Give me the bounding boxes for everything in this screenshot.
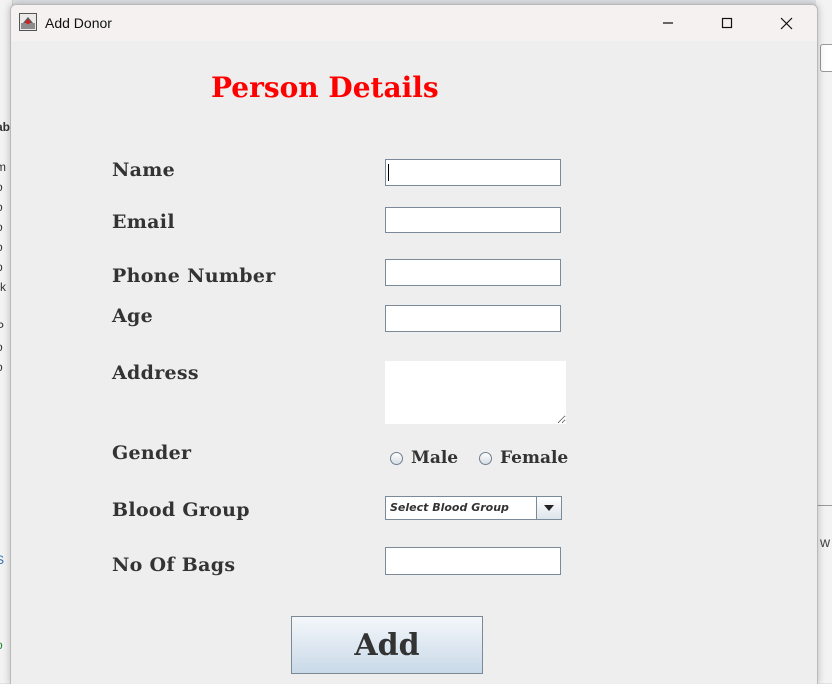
window-title: Add Donor xyxy=(45,15,112,31)
email-label: Email xyxy=(112,211,175,233)
form-panel: Person Details Name Email Phone Number A… xyxy=(11,41,817,684)
title-bar[interactable]: Add Donor xyxy=(11,5,817,41)
radio-button-icon xyxy=(479,451,492,465)
gender-female-radio[interactable]: Female xyxy=(479,447,568,469)
name-input[interactable] xyxy=(385,159,561,186)
gender-male-radio[interactable]: Male xyxy=(390,447,458,469)
add-button[interactable]: Add xyxy=(291,616,483,674)
add-donor-window: Add Donor Person Details Name Email Phon… xyxy=(10,4,818,684)
maximize-button[interactable] xyxy=(704,5,750,41)
background-window-right: w xyxy=(816,0,832,683)
no-of-bags-input[interactable] xyxy=(385,547,561,575)
address-textarea[interactable] xyxy=(385,361,566,424)
blood-group-select[interactable]: Select Blood Group xyxy=(385,496,562,520)
female-label: Female xyxy=(500,448,569,468)
radio-button-icon xyxy=(390,451,403,465)
minimize-icon xyxy=(663,22,673,24)
maximize-icon xyxy=(721,17,733,29)
male-label: Male xyxy=(411,448,459,468)
close-button[interactable] xyxy=(763,5,809,41)
age-input[interactable] xyxy=(385,305,561,332)
blood-group-dropdown-button[interactable] xyxy=(536,497,561,519)
no-of-bags-label: No Of Bags xyxy=(112,554,236,576)
phone-number-input[interactable] xyxy=(385,259,561,286)
minimize-button[interactable] xyxy=(645,5,691,41)
address-label: Address xyxy=(112,362,199,384)
email-input[interactable] xyxy=(385,207,561,233)
chevron-down-icon xyxy=(544,505,554,511)
text-caret xyxy=(388,164,389,181)
blood-group-label: Blood Group xyxy=(112,499,250,521)
close-icon xyxy=(780,17,792,29)
blood-group-selected-value: Select Blood Group xyxy=(390,501,509,514)
form-heading: Person Details xyxy=(211,71,439,104)
name-label: Name xyxy=(112,159,176,181)
age-label: Age xyxy=(112,305,154,327)
blood-donor-app-icon xyxy=(19,13,37,31)
phone-number-label: Phone Number xyxy=(112,265,276,287)
gender-label: Gender xyxy=(112,442,192,464)
